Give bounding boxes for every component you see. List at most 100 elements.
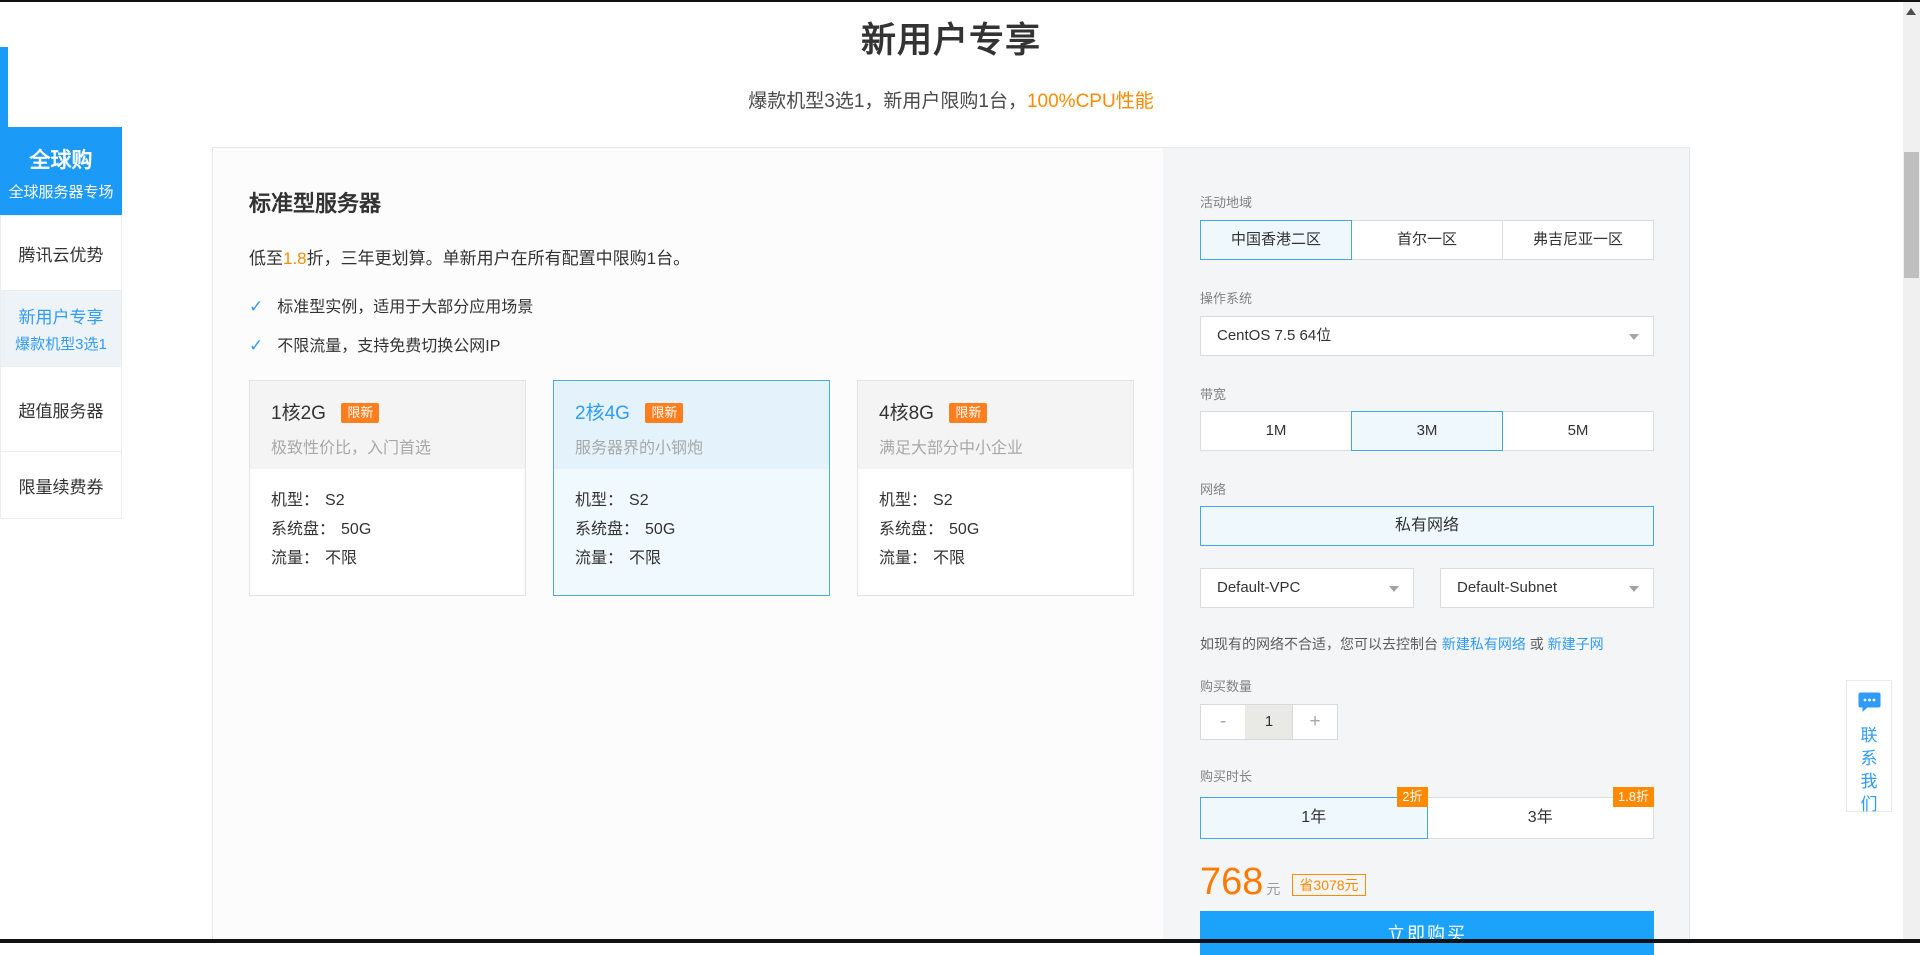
plan-specs: 机型：S2 系统盘：50G 流量： 不限: [250, 469, 525, 590]
top-border: [0, 0, 1920, 2]
sidebar-item-new-user[interactable]: 新用户专享 爆款机型3选1: [0, 290, 122, 367]
quantity-stepper: - 1 +: [1200, 704, 1654, 740]
new-user-only-badge: 限新: [341, 403, 379, 423]
sidebar-nav: 腾讯云优势 新用户专享 爆款机型3选1 超值服务器 限量续费券: [0, 215, 122, 519]
region-option-hongkong[interactable]: 中国香港二区: [1200, 220, 1352, 260]
sidebar-item-advantages[interactable]: 腾讯云优势: [0, 215, 122, 291]
contact-us-label: 联 系 我 们: [1861, 724, 1878, 816]
plan-card-header: 1核2G 限新 极致性价比，入门首选: [250, 381, 525, 469]
hint-text: 或: [1526, 636, 1548, 652]
spec-label: 机型：: [575, 492, 623, 509]
spec-label: 流量：: [879, 550, 927, 567]
spec-row: 流量：不限: [879, 544, 1112, 573]
new-user-only-badge: 限新: [645, 403, 683, 423]
spec-row: 流量：不限: [575, 544, 808, 573]
bandwidth-label: 带宽: [1200, 384, 1654, 403]
spec-row: 机型：S2: [271, 486, 504, 515]
savings-badge: 省3078元: [1292, 874, 1365, 896]
scrollbar-thumb[interactable]: [1904, 152, 1919, 278]
plan-card-header: 2核4G 限新 服务器界的小钢炮: [554, 381, 829, 469]
quantity-decrease-button[interactable]: -: [1200, 704, 1246, 740]
duration-label: 购买时长: [1200, 766, 1654, 785]
region-label: 活动地域: [1200, 192, 1654, 211]
spec-label: 流量：: [575, 550, 623, 567]
bottom-border: [0, 939, 1920, 943]
chat-bubble-icon: [1858, 692, 1881, 717]
vpc-subnet-row: Default-VPC Default-Subnet: [1200, 568, 1654, 608]
sidebar-item-label: 限量续费券: [19, 473, 104, 498]
chevron-down-icon: [1629, 334, 1639, 340]
desc-text: 折，三年更划算。单新用户在所有配置中限购1台。: [307, 249, 690, 268]
feature-text: 不限流量，支持免费切换公网IP: [277, 338, 500, 355]
spec-row: 机型： S2: [575, 486, 808, 515]
chevron-down-icon: [1389, 586, 1399, 592]
spec-value: 不限: [325, 550, 357, 567]
feature-text: 标准型实例，适用于大部分应用场景: [277, 299, 533, 316]
spec-value: S2: [933, 492, 953, 509]
subtitle-text: 爆款机型3选1，新用户限购1台，: [748, 91, 1027, 112]
sidebar-item-renewal-coupon[interactable]: 限量续费券: [0, 451, 122, 519]
spec-row: 系统盘：50G: [271, 515, 504, 544]
subnet-select[interactable]: Default-Subnet: [1440, 568, 1654, 608]
scroll-up-arrow-icon[interactable]: [1906, 8, 1916, 15]
sidebar-item-label: 超值服务器: [19, 397, 104, 422]
chevron-down-icon: [1629, 586, 1639, 592]
contact-us-widget[interactable]: 联 系 我 们: [1846, 680, 1892, 812]
network-hint: 如现有的网络不合适，您可以去控制台 新建私有网络 或 新建子网: [1200, 634, 1654, 654]
os-select[interactable]: CentOS 7.5 64位: [1200, 316, 1654, 356]
vertical-scrollbar[interactable]: [1903, 2, 1920, 939]
main-panel: 标准型服务器 低至1.8折，三年更划算。单新用户在所有配置中限购1台。 ✓标准型…: [212, 147, 1690, 943]
contact-char: 联: [1861, 724, 1878, 747]
network-label: 网络: [1200, 479, 1654, 498]
check-icon: ✓: [249, 336, 263, 355]
quantity-label: 购买数量: [1200, 676, 1654, 695]
subtitle-highlight: 100%CPU性能: [1027, 91, 1154, 112]
spec-value: 50G: [645, 521, 675, 538]
bandwidth-selector: 1M 3M 5M: [1200, 411, 1654, 451]
region-option-seoul[interactable]: 首尔一区: [1351, 220, 1503, 260]
vpc-select[interactable]: Default-VPC: [1200, 568, 1414, 608]
new-user-only-badge: 限新: [949, 403, 987, 423]
contact-char: 们: [1861, 793, 1878, 816]
region-selector: 中国香港二区 首尔一区 弗吉尼亚一区: [1200, 220, 1654, 260]
spec-value: 50G: [341, 521, 371, 538]
plan-card-4c8g[interactable]: 4核8G 限新 满足大部分中小企业 机型：S2 系统盘：50G 流量：不限: [857, 380, 1134, 596]
plan-card-1c2g[interactable]: 1核2G 限新 极致性价比，入门首选 机型：S2 系统盘：50G 流量： 不限: [249, 380, 526, 596]
price-unit: 元: [1266, 879, 1280, 899]
promo-subtitle: 全球服务器专场: [0, 181, 122, 202]
plan-specs: 机型： S2 系统盘：50G 流量：不限: [554, 469, 829, 590]
bandwidth-option-5m[interactable]: 5M: [1502, 411, 1654, 451]
region-option-virginia[interactable]: 弗吉尼亚一区: [1502, 220, 1654, 260]
plan-subtitle: 服务器界的小钢炮: [575, 434, 808, 458]
plan-card-list: 1核2G 限新 极致性价比，入门首选 机型：S2 系统盘：50G 流量：不限 2…: [249, 380, 1163, 596]
create-subnet-link[interactable]: 新建子网: [1548, 636, 1604, 652]
sidebar-accent-strip: [0, 47, 8, 127]
spec-value: S2: [629, 492, 649, 509]
create-vpc-link[interactable]: 新建私有网络: [1442, 636, 1526, 652]
price-row: 768 元 省3078元: [1200, 863, 1654, 901]
quantity-increase-button[interactable]: +: [1292, 704, 1338, 740]
bandwidth-option-1m[interactable]: 1M: [1200, 411, 1352, 451]
feature-list: ✓标准型实例，适用于大部分应用场景 ✓不限流量，支持免费切换公网IP: [249, 293, 1163, 356]
price-amount: 768: [1200, 863, 1263, 901]
sidebar-item-value-servers[interactable]: 超值服务器: [0, 366, 122, 452]
sidebar-item-sublabel: 爆款机型3选1: [15, 333, 107, 354]
spec-row: 系统盘：50G: [575, 515, 808, 544]
duration-option-1year[interactable]: 1年 2折: [1200, 797, 1428, 839]
duration-text: 1年: [1301, 809, 1326, 826]
network-type-vpc[interactable]: 私有网络: [1200, 506, 1654, 546]
discount-badge: 1.8折: [1613, 787, 1654, 807]
bandwidth-option-3m[interactable]: 3M: [1351, 411, 1503, 451]
duration-selector: 1年 2折 3年 1.8折: [1200, 797, 1654, 839]
buy-now-button[interactable]: 立即购买: [1200, 911, 1654, 955]
duration-option-3year[interactable]: 3年 1.8折: [1427, 797, 1655, 839]
discount-badge: 2折: [1397, 787, 1427, 807]
spec-label: 流量：: [271, 550, 319, 567]
spec-value: 50G: [949, 521, 979, 538]
subnet-selected-value: Default-Subnet: [1457, 579, 1557, 596]
page-title: 新用户专享: [212, 12, 1690, 63]
plan-specs: 机型：S2 系统盘：50G 流量：不限: [858, 469, 1133, 590]
plan-card-2c4g[interactable]: 2核4G 限新 服务器界的小钢炮 机型： S2 系统盘：50G 流量：不限: [553, 380, 830, 596]
quantity-value: 1: [1245, 704, 1293, 740]
sidebar-promo-global[interactable]: 全球购 全球服务器专场: [0, 127, 122, 215]
